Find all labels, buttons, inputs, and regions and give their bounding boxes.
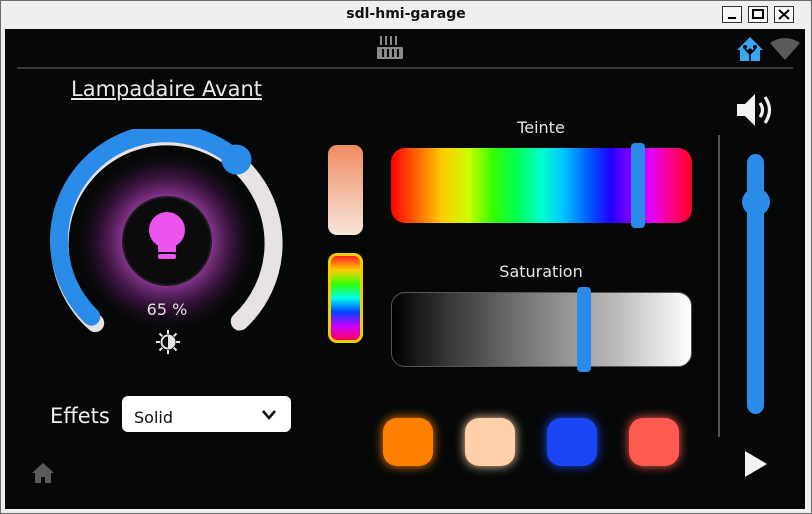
page-title: Lampadaire Avant [71, 77, 262, 101]
play-icon[interactable] [742, 449, 770, 479]
preset-color-4[interactable] [629, 418, 679, 466]
brightness-icon [156, 330, 180, 354]
minimize-button[interactable] [722, 6, 742, 23]
home-icon[interactable] [31, 462, 55, 484]
effects-label: Effets [50, 404, 110, 428]
window-title: sdl-hmi-garage [346, 6, 466, 22]
maximize-icon [752, 9, 764, 19]
volume-icon[interactable] [735, 91, 777, 129]
sidebar-divider [718, 135, 720, 437]
volume-slider-thumb[interactable] [742, 188, 770, 216]
wifi-icon [770, 38, 800, 60]
close-button[interactable] [774, 6, 794, 23]
saturation-slider[interactable] [391, 292, 692, 367]
brightness-knob[interactable] [221, 144, 252, 175]
radiator-icon [377, 36, 403, 59]
home-assistant-icon[interactable] [735, 35, 765, 63]
saturation-label: Saturation [499, 262, 583, 281]
preset-color-3[interactable] [547, 418, 597, 466]
close-icon [778, 9, 790, 20]
effects-dropdown[interactable]: Solid [122, 396, 291, 432]
hue-slider[interactable] [391, 148, 692, 223]
title-bar: sdl-hmi-garage [1, 1, 811, 29]
hue-slider-thumb[interactable] [630, 143, 645, 228]
minimize-icon [728, 17, 736, 19]
white-mode-button[interactable] [328, 145, 363, 235]
color-mode-button[interactable] [328, 253, 363, 343]
header-divider [17, 67, 793, 69]
chevron-down-icon [262, 410, 276, 420]
hue-label: Teinte [517, 118, 565, 137]
effects-selected-value: Solid [134, 408, 173, 427]
preset-color-2[interactable] [465, 418, 515, 466]
app-window: sdl-hmi-garage Lampadaire Avant 65 % Eff… [0, 0, 812, 514]
maximize-button[interactable] [748, 6, 768, 23]
hmi-screen: Lampadaire Avant 65 % Effets Solid Teint… [5, 29, 805, 509]
saturation-slider-thumb[interactable] [576, 287, 591, 372]
preset-color-1[interactable] [383, 418, 433, 466]
brightness-value: 65 % [146, 300, 188, 319]
